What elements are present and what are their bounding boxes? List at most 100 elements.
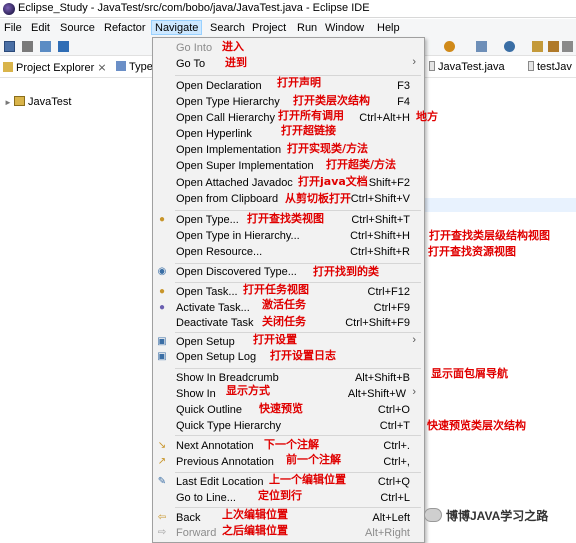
menu-item-shortcut: F4 — [397, 96, 410, 108]
annotation-open-attached-javadoc: 打开java文档 — [298, 175, 368, 188]
folder-icon[interactable] — [532, 41, 543, 52]
menu-file[interactable]: File — [4, 21, 22, 36]
menu-item-go-into[interactable]: Go Into — [153, 40, 424, 56]
expand-arrow-icon[interactable]: ► — [4, 98, 12, 107]
menu-item-shortcut: Ctrl+Shift+F9 — [345, 317, 410, 329]
new-icon[interactable] — [4, 41, 15, 52]
menu-source[interactable]: Source — [60, 21, 95, 36]
annotation-go-to: 进到 — [225, 56, 247, 69]
menu-edit[interactable]: Edit — [31, 21, 50, 36]
annotation-open-call-hierarchy: 打开所有调用 — [278, 109, 344, 122]
editor-area[interactable] — [425, 78, 576, 543]
watermark-text: 博博JAVA学习之路 — [446, 509, 549, 523]
menu-item-show-in[interactable]: Show In Alt+Shift+W › — [153, 386, 424, 402]
menu-item-shortcut: Ctrl+Shift+V — [350, 193, 410, 205]
menu-item-shortcut: Ctrl+Alt+H — [359, 112, 410, 124]
annotation-activate-task: 激活任务 — [262, 298, 306, 311]
annotation-show-in: 显示方式 — [226, 384, 270, 397]
menu-item-quick-type-hierarchy[interactable]: Quick Type Hierarchy Ctrl+T — [153, 418, 424, 434]
open-type-icon[interactable] — [476, 41, 487, 52]
menu-item-back[interactable]: ⇦ Back Alt+Left — [153, 510, 424, 526]
java-file-icon — [528, 61, 534, 71]
menu-item-forward[interactable]: ⇨ Forward Alt+Right — [153, 525, 424, 541]
project-name: JavaTest — [28, 96, 72, 108]
annotation-forward: 之后编辑位置 — [222, 524, 288, 537]
menu-item-open-attached-javadoc[interactable]: Open Attached Javadoc Shift+F2 — [153, 175, 424, 191]
tree-item-javatest[interactable]: ► JavaTest — [4, 96, 71, 108]
menu-separator — [175, 435, 421, 436]
title-bar: Eclipse_Study - JavaTest/src/com/bobo/ja… — [0, 0, 576, 18]
menu-item-label: Open Resource... — [176, 246, 263, 258]
menu-bar: File Edit Source Refactor Navigate Searc… — [0, 19, 576, 37]
menu-item-label: Open Task... — [176, 286, 238, 298]
menu-item-shortcut: Ctrl+F9 — [373, 302, 410, 314]
run-icon[interactable] — [444, 41, 455, 52]
submenu-arrow-icon: › — [412, 386, 416, 398]
menu-item-shortcut: Alt+Shift+W — [347, 388, 406, 400]
setup-icon: ▣ — [157, 336, 167, 347]
menu-item-shortcut: Alt+Shift+B — [354, 372, 410, 384]
tab-project-explorer[interactable]: Project Explorer ⨯ — [3, 61, 107, 74]
menu-run[interactable]: Run — [297, 21, 317, 36]
menu-item-show-in-breadcrumb[interactable]: Show In Breadcrumb Alt+Shift+B — [153, 370, 424, 386]
menu-item-label: Go to Line... — [176, 492, 236, 504]
annotation-open-type: 打开查找类视图 — [247, 212, 324, 225]
nav-icon[interactable] — [562, 41, 573, 52]
menu-item-open-type-in-hierarchy[interactable]: Open Type in Hierarchy... Ctrl+Shift+H — [153, 228, 424, 244]
menu-item-open-resource[interactable]: Open Resource... Ctrl+Shift+R — [153, 244, 424, 260]
menu-item-go-to[interactable]: Go To › — [153, 56, 424, 72]
menu-item-shortcut: Alt+Left — [372, 512, 410, 524]
menu-item-shortcut: Ctrl+T — [379, 420, 410, 432]
menu-navigate[interactable]: Navigate — [151, 20, 203, 35]
menu-item-label: Show In — [176, 388, 216, 400]
testjav-tab-label: testJav — [537, 61, 572, 73]
last-edit-icon: ✎ — [157, 476, 167, 487]
menu-item-shortcut: Ctrl+Q — [377, 476, 410, 488]
menu-item-open-discovered-type[interactable]: ◉ Open Discovered Type... — [153, 264, 424, 280]
annotation-open-hyperlink: 打开超链接 — [281, 124, 336, 137]
javatest-tab-label: JavaTest.java — [438, 61, 505, 73]
menu-project[interactable]: Project — [252, 21, 286, 36]
menu-item-label: Open Type... — [176, 214, 239, 226]
menu-item-shortcut: Ctrl+. — [383, 440, 410, 452]
annotation-quick-type-hierarchy: 快速预览类层次结构 — [427, 419, 526, 432]
annotation-open-implementation: 打开实现类/方法 — [287, 142, 369, 155]
build-icon[interactable] — [58, 41, 69, 52]
menu-item-label: Open Discovered Type... — [176, 266, 297, 278]
menu-item-label: Open Type Hierarchy — [176, 96, 280, 108]
menu-window[interactable]: Window — [325, 21, 364, 36]
menu-help[interactable]: Help — [377, 21, 400, 36]
forward-arrow-icon: ⇨ — [157, 527, 167, 538]
annotation-back: 上次编辑位置 — [222, 508, 288, 521]
menu-item-label: Open Declaration — [176, 80, 262, 92]
menu-separator — [175, 368, 421, 369]
menu-item-open-type-hierarchy[interactable]: Open Type Hierarchy F4 — [153, 94, 424, 110]
edit-icon[interactable] — [548, 41, 559, 52]
menu-item-shortcut: Ctrl+L — [380, 492, 410, 504]
annotation-open-task: 打开任务视图 — [243, 283, 309, 296]
menu-item-label: Open from Clipboard — [176, 193, 279, 205]
menu-item-label: Open Call Hierarchy — [176, 112, 276, 124]
type-hierarchy-label: Type — [129, 61, 153, 73]
window-title: Eclipse_Study - JavaTest/src/com/bobo/ja… — [18, 2, 370, 14]
search-icon[interactable] — [504, 41, 515, 52]
save-all-icon[interactable] — [40, 41, 51, 52]
menu-item-shortcut: Ctrl+Shift+R — [350, 246, 410, 258]
menu-item-shortcut: Ctrl+O — [377, 404, 410, 416]
menu-search[interactable]: Search — [210, 21, 245, 36]
watermark: 博博JAVA学习之路 — [424, 507, 548, 527]
menu-item-label: Open Super Implementation — [176, 160, 314, 172]
tab-testjav[interactable]: testJav — [528, 61, 572, 73]
tab-javatest-java[interactable]: JavaTest.java — [429, 61, 505, 73]
save-icon[interactable] — [22, 41, 33, 52]
menu-refactor[interactable]: Refactor — [104, 21, 146, 36]
menu-item-label: Show In Breadcrumb — [176, 372, 279, 384]
menu-item-label: Quick Outline — [176, 404, 243, 416]
annotation-open-type-hierarchy: 打开类层次结构 — [293, 94, 370, 107]
annotation-go-into: 进入 — [222, 40, 244, 53]
menu-item-label: Forward — [176, 527, 217, 539]
tab-type-hierarchy[interactable]: Type — [116, 61, 153, 73]
wechat-icon — [424, 508, 442, 522]
menu-item-label: Open Attached Javadoc — [176, 177, 293, 189]
submenu-arrow-icon: › — [412, 56, 416, 68]
